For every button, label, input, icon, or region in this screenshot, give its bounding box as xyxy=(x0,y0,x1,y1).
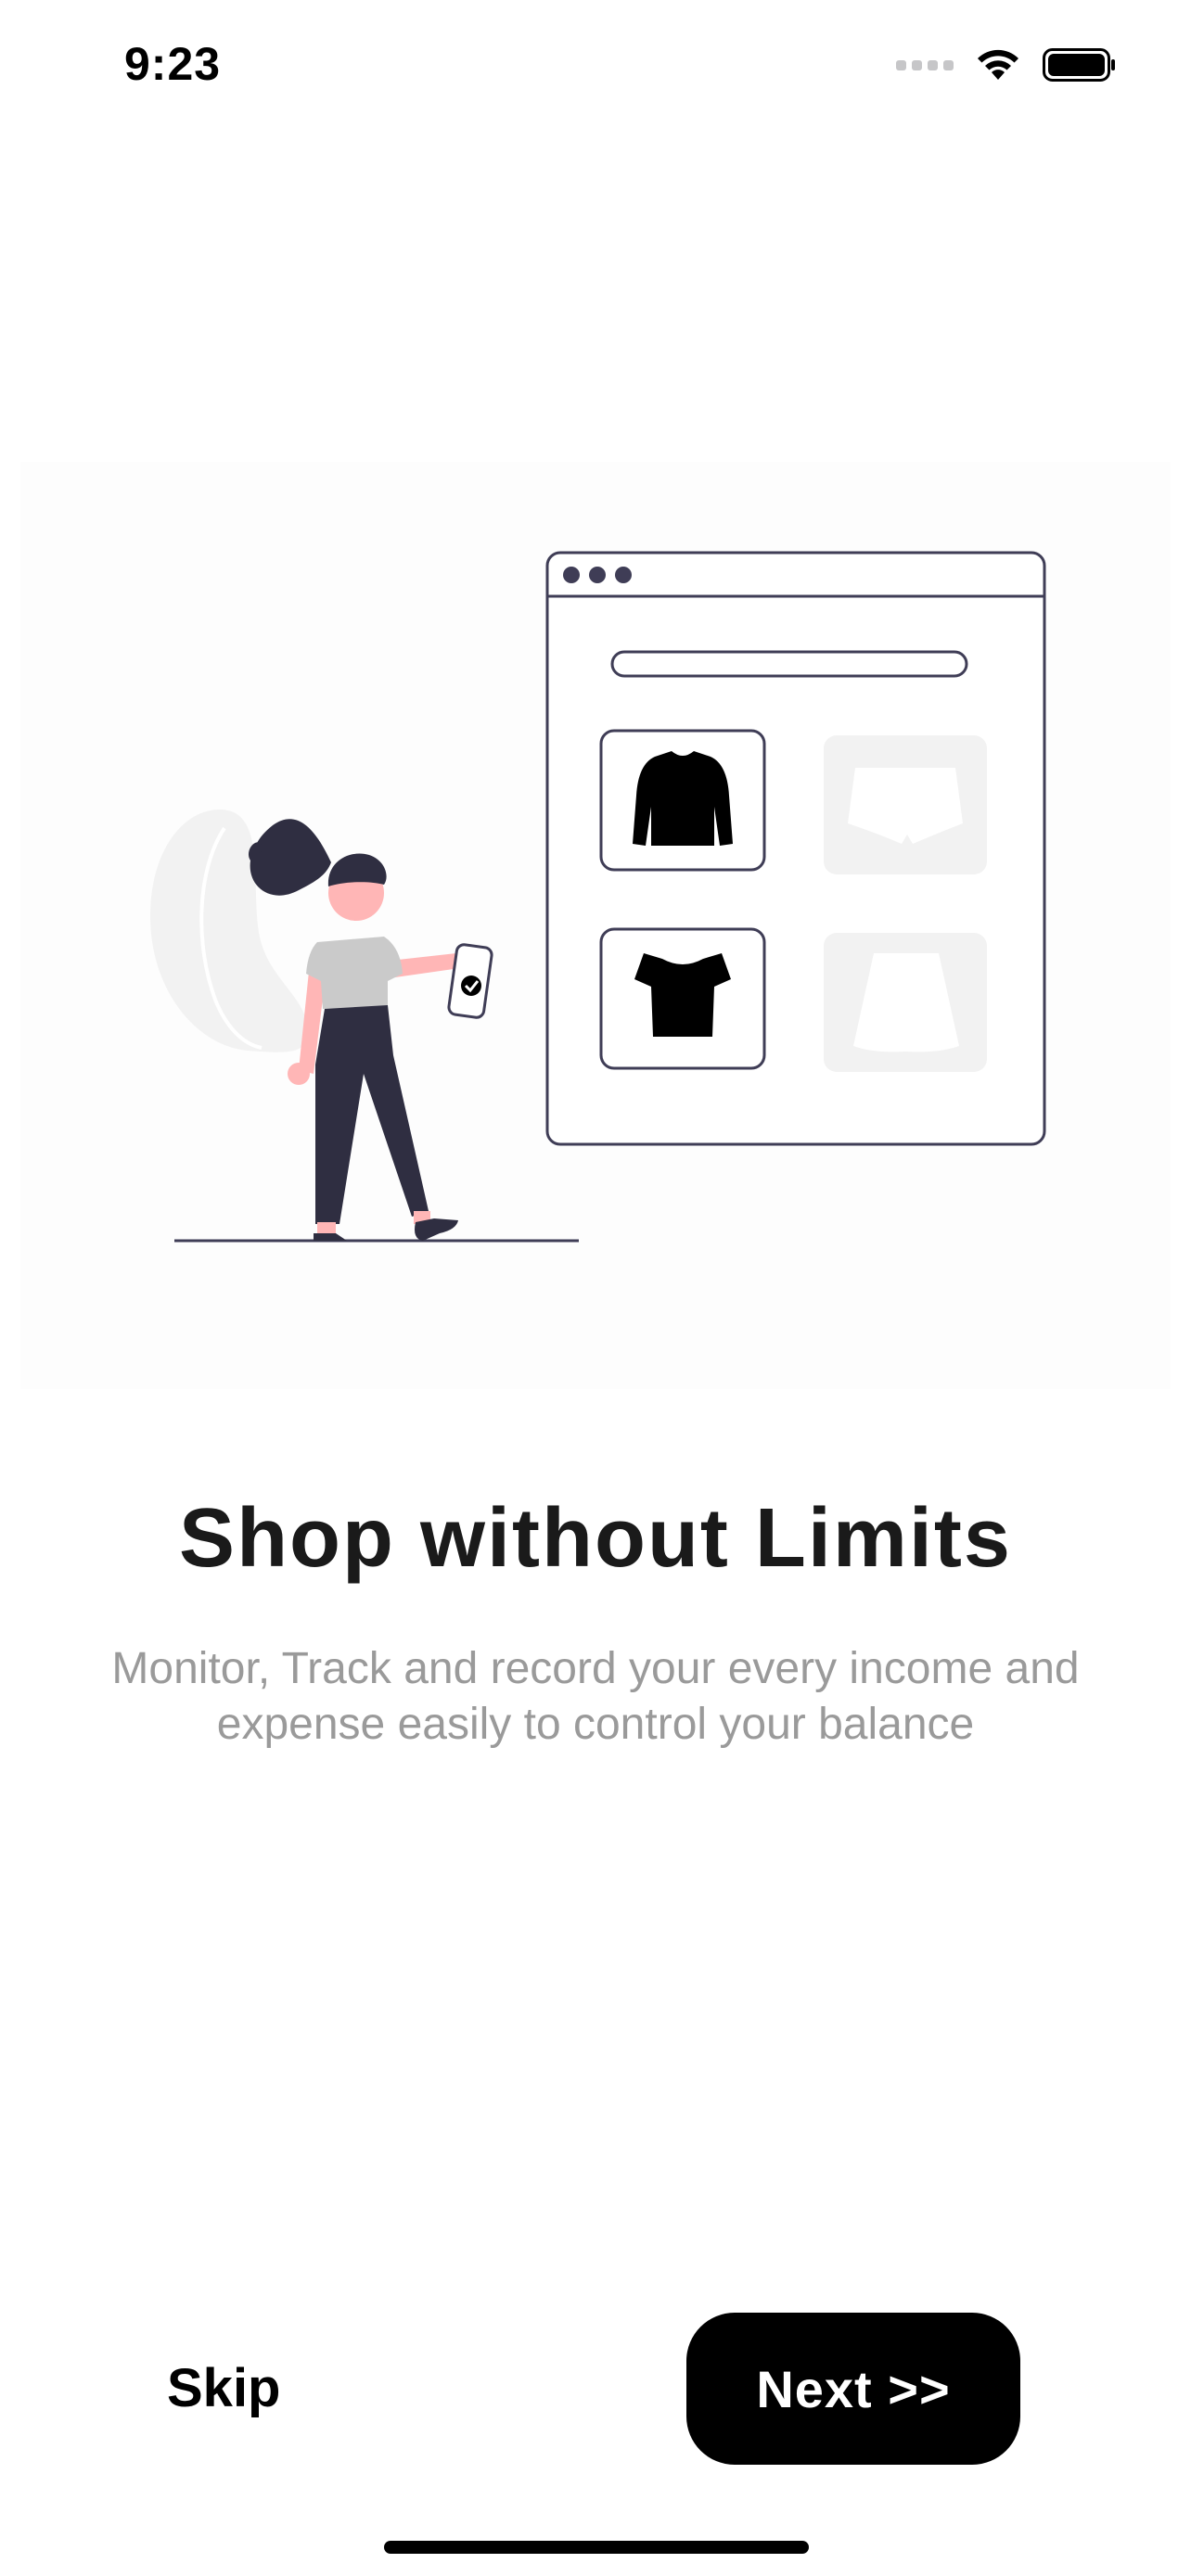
next-button[interactable]: Next >> xyxy=(686,2313,1020,2465)
onboarding-subtitle: Monitor, Track and record your every inc… xyxy=(111,1644,1080,1749)
wifi-icon xyxy=(978,49,1018,80)
battery-icon xyxy=(1043,48,1115,82)
skip-button[interactable]: Skip xyxy=(167,2346,352,2429)
status-icons xyxy=(896,46,1117,83)
browser-window xyxy=(545,551,1046,1146)
onboarding-illustration xyxy=(20,462,1171,1389)
status-bar: 9:23 xyxy=(0,0,1191,139)
home-indicator[interactable] xyxy=(384,2541,809,2554)
cellular-signal-icon xyxy=(896,59,954,70)
status-time: 9:23 xyxy=(124,38,222,90)
search-bar xyxy=(610,650,968,678)
onboarding-title: Shop without Limits xyxy=(179,1492,1012,1585)
check-icon xyxy=(461,976,481,996)
